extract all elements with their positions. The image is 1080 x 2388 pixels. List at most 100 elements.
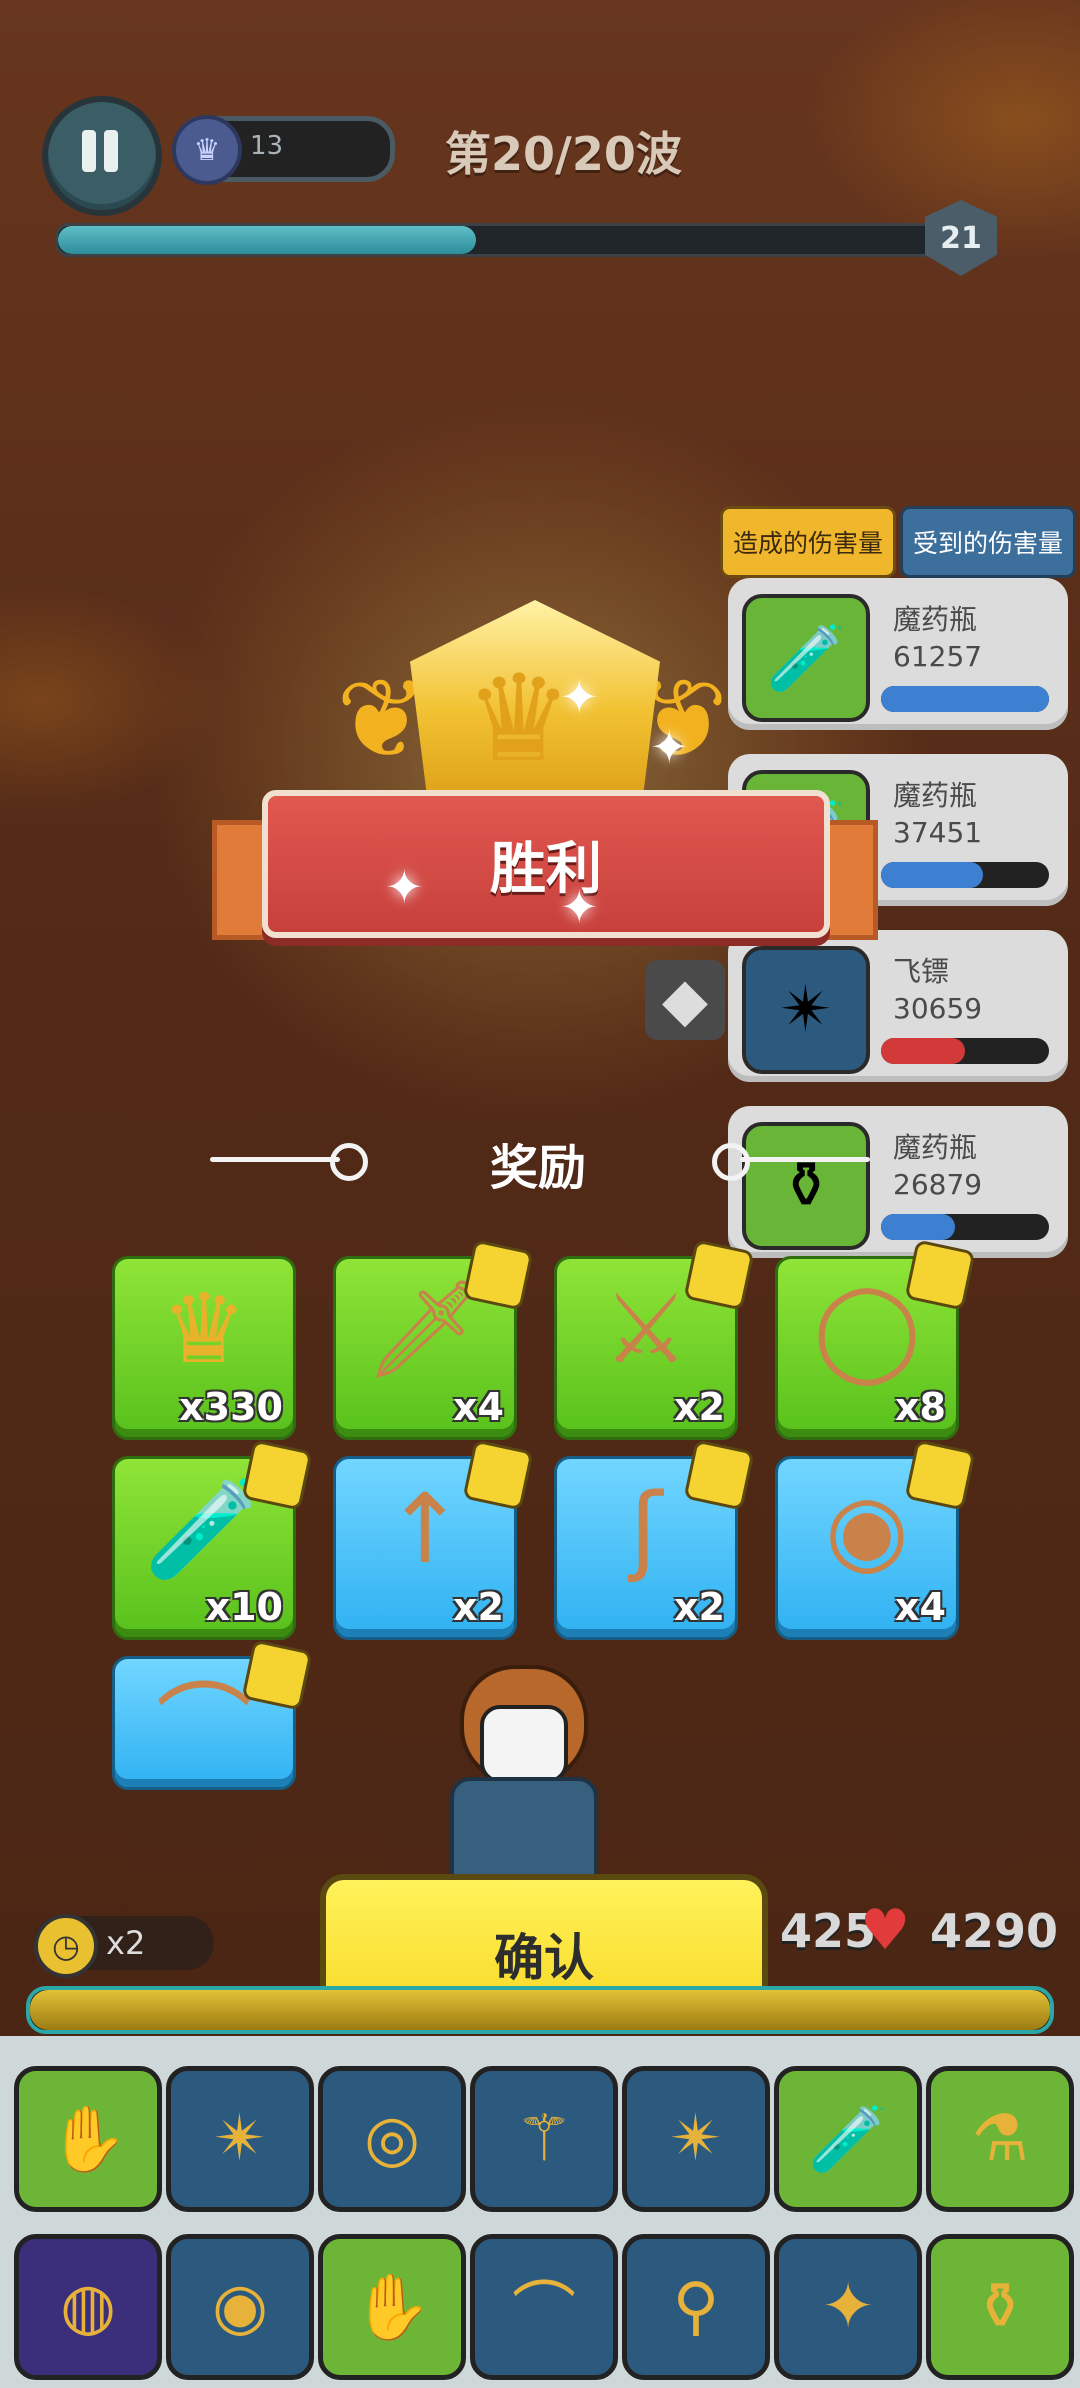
equipment-slot[interactable]: ◎ xyxy=(318,2066,466,2212)
sparkle-icon: ✦ xyxy=(650,720,689,774)
shuriken-icon: ✴ xyxy=(213,2102,267,2176)
reward-item[interactable]: ↑ x2 xyxy=(333,1439,534,1640)
shuriken-icon: ✴ xyxy=(742,946,870,1074)
reward-quantity: x2 xyxy=(674,1385,725,1429)
red-potion-icon: 🧪 xyxy=(742,594,870,722)
staff-icon: ⚲ xyxy=(672,2270,720,2344)
reward-item[interactable]: ♛ x330 xyxy=(112,1256,296,1440)
crown-icon: ♛ xyxy=(465,650,573,789)
swirl-left-icon xyxy=(330,1143,368,1181)
reward-title: 奖励 xyxy=(490,1140,587,1196)
crown-icon: ♛ xyxy=(172,115,242,185)
reward-item[interactable]: 🧪 x10 xyxy=(112,1439,313,1640)
red-shield-icon: ◎ xyxy=(364,2102,420,2176)
damage-value: 30659 xyxy=(893,992,983,1025)
pause-button[interactable] xyxy=(42,96,162,216)
hero-body xyxy=(450,1777,598,1885)
reward-item[interactable]: ⚔ x2 xyxy=(554,1239,755,1440)
puzzle-piece-icon xyxy=(241,1439,313,1511)
red-potion-icon: 🧪 xyxy=(808,2102,888,2177)
equipment-slot[interactable]: ◉ xyxy=(166,2234,314,2380)
wave-indicator: 第20/20波 xyxy=(445,127,682,181)
crossbow-icon: ⌒ xyxy=(512,2276,576,2350)
wave-progress-fill xyxy=(58,226,477,254)
reward-quantity: x8 xyxy=(895,1385,946,1429)
hero-face xyxy=(480,1705,568,1783)
damage-bar-fill xyxy=(881,862,984,888)
star-blade-icon: ✦ xyxy=(821,2270,875,2344)
puzzle-piece-icon xyxy=(683,1439,755,1511)
damage-row: ⚱ 魔药瓶 26879 xyxy=(728,1106,1068,1258)
hp-max: 4290 xyxy=(930,1904,1059,1958)
equipment-slot[interactable]: ✦ xyxy=(774,2234,922,2380)
damage-value: 61257 xyxy=(893,640,983,673)
purple-ring-icon: ◍ xyxy=(60,2270,116,2344)
damage-row: ✴ 飞镖 30659 xyxy=(728,930,1068,1082)
speed-toggle[interactable]: ◷ x2 xyxy=(34,1914,214,1978)
divider-right xyxy=(740,1157,870,1162)
equipment-slot[interactable]: ◍ xyxy=(14,2234,162,2380)
yellow-potion-icon: ⚗ xyxy=(971,2102,1029,2176)
equipment-slot[interactable]: ⚲ xyxy=(622,2234,770,2380)
reward-item[interactable]: 🗡 x4 xyxy=(333,1239,534,1440)
heart-icon: ♥ xyxy=(860,1898,911,1963)
wand-icon: ⚚ xyxy=(515,2102,573,2176)
damage-bar xyxy=(881,1214,1049,1240)
hero-character xyxy=(440,1665,600,1885)
puzzle-piece-icon xyxy=(462,1439,534,1511)
equipment-slot[interactable]: ✋ xyxy=(14,2066,162,2212)
hp-bar xyxy=(26,1986,1054,2034)
reward-item[interactable]: ◉ x4 xyxy=(775,1439,976,1640)
reward-quantity: x4 xyxy=(895,1585,946,1629)
pause-icon-bar xyxy=(104,130,118,172)
reward-item[interactable]: ◯ x8 xyxy=(775,1239,976,1440)
equipment-slot[interactable]: ⌒ xyxy=(470,2234,618,2380)
sparkle-icon: ✦ xyxy=(560,880,599,934)
crown-counter: ♛ 13 xyxy=(172,115,395,185)
swirl-right-icon xyxy=(712,1143,750,1181)
damage-source-name: 魔药瓶 xyxy=(893,779,978,812)
crown-coin-icon: ♛ xyxy=(160,1273,248,1385)
damage-bar-fill xyxy=(881,686,1049,712)
equipment-slot[interactable]: ✴ xyxy=(622,2066,770,2212)
damage-bar-fill xyxy=(881,1214,955,1240)
equipment-slot[interactable]: ⚱ xyxy=(926,2234,1074,2380)
tab-damage-received[interactable]: 受到的伤害量 xyxy=(900,506,1076,578)
damage-bar xyxy=(881,1038,1049,1064)
puzzle-piece-icon xyxy=(241,1639,313,1711)
blue-shield-icon: ◉ xyxy=(212,2270,268,2344)
damage-value: 37451 xyxy=(893,816,983,849)
puzzle-piece-icon xyxy=(904,1439,976,1511)
sparkle-icon: ✦ xyxy=(385,860,424,914)
equipment-slot[interactable]: ⚗ xyxy=(926,2066,1074,2212)
reward-quantity: x10 xyxy=(205,1585,283,1629)
equipment-slot[interactable]: 🧪 xyxy=(774,2066,922,2212)
victory-title: 胜利 xyxy=(490,837,602,902)
reward-quantity: x2 xyxy=(453,1585,504,1629)
divider-left xyxy=(210,1157,340,1162)
equipment-slot[interactable]: ✴ xyxy=(166,2066,314,2212)
pause-icon xyxy=(82,130,96,172)
damage-bar-fill xyxy=(881,1038,965,1064)
reward-item[interactable]: ʃ x2 xyxy=(554,1439,755,1640)
reward-item[interactable]: ⌒ xyxy=(112,1639,313,1790)
damage-bar xyxy=(881,862,1049,888)
puzzle-piece-icon xyxy=(683,1239,755,1311)
reward-quantity: x4 xyxy=(453,1385,504,1429)
puzzle-piece-icon xyxy=(462,1239,534,1311)
blue-potion-icon: ⚱ xyxy=(973,2270,1027,2344)
blue-potion-icon: ⚱ xyxy=(742,1122,870,1250)
golden-gauntlet-icon: ✋ xyxy=(352,2270,432,2345)
damage-source-name: 飞镖 xyxy=(893,955,950,988)
damage-value: 26879 xyxy=(893,1168,983,1201)
damage-tabs: 造成的伤害量 受到的伤害量 xyxy=(720,506,1080,578)
damage-bar xyxy=(881,686,1049,712)
golden-gauntlet-icon: ✋ xyxy=(48,2102,128,2177)
reward-quantity: x330 xyxy=(179,1385,283,1429)
collapse-arrow-icon[interactable]: ◆ xyxy=(645,960,725,1040)
equipment-slot[interactable]: ⚚ xyxy=(470,2066,618,2212)
equipment-slot[interactable]: ✋ xyxy=(318,2234,466,2380)
wave-progress-bar xyxy=(55,223,951,257)
speed-multiplier: x2 xyxy=(106,1924,146,1962)
tab-damage-dealt[interactable]: 造成的伤害量 xyxy=(720,506,896,578)
